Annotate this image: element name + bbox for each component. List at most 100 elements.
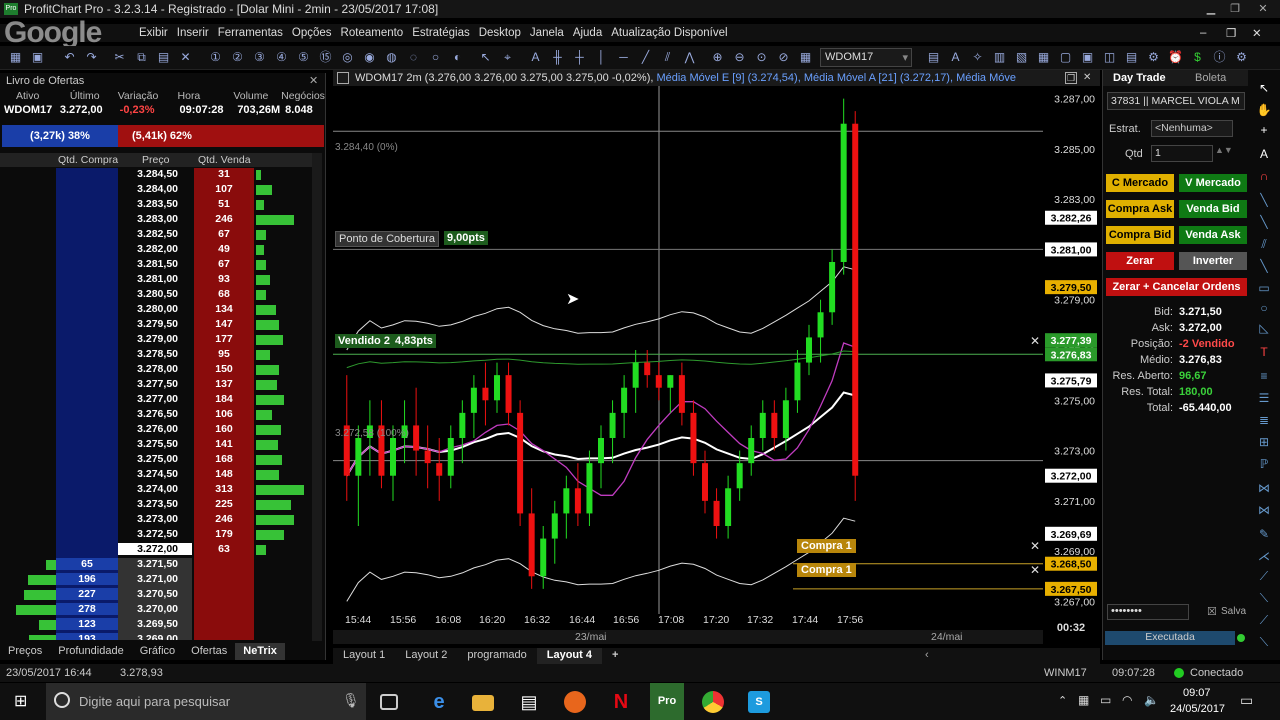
menu-inserir[interactable]: Inserir [177, 27, 209, 39]
copy-icon[interactable]: ⧉ [134, 50, 149, 65]
qtd-stepper-icon[interactable]: ▲▼ [1215, 145, 1233, 155]
period-5-icon[interactable]: ⑤ [296, 50, 311, 65]
book-buy-row[interactable]: 3.269,00 193 [0, 633, 310, 640]
book-sell-row[interactable]: 3.273,00 246 [0, 513, 310, 528]
book-sell-row[interactable]: 3.284,50 31 [0, 168, 310, 183]
period-w-icon[interactable]: ◌ [406, 50, 421, 65]
chart-close-icon[interactable]: ✕ [1083, 72, 1095, 84]
fib-time-icon[interactable]: ⊞ [1256, 434, 1272, 450]
book-sell-row[interactable]: 3.278,50 95 [0, 348, 310, 363]
period-2-icon[interactable]: ② [230, 50, 245, 65]
chrome-icon[interactable] [702, 691, 724, 713]
fib-ext-icon[interactable]: ☰ [1256, 390, 1272, 406]
delete-icon[interactable]: ✕ [178, 50, 193, 65]
inverter-button[interactable]: Inverter [1179, 252, 1247, 270]
measure-icon[interactable]: ⟋ [1256, 612, 1272, 628]
zoom-out-icon[interactable]: ⊖ [732, 50, 747, 65]
mdi-restore-icon[interactable]: ❐ [1226, 26, 1236, 40]
book-sell-row[interactable]: 3.274,00 313 [0, 483, 310, 498]
zerar-cancelar-button[interactable]: Zerar + Cancelar Ordens [1106, 278, 1247, 296]
trendline-icon[interactable]: ╱ [638, 50, 653, 65]
period-4-icon[interactable]: ④ [274, 50, 289, 65]
add-layout-icon[interactable]: + [602, 648, 628, 664]
layers-icon[interactable]: ▧ [1014, 50, 1029, 65]
book-sell-row[interactable]: 3.281,50 67 [0, 258, 310, 273]
book-sell-row[interactable]: 3.272,00 63 [0, 543, 310, 558]
mdi-minimize-icon[interactable]: – [1200, 27, 1206, 39]
executada-tab[interactable]: Executada [1105, 631, 1235, 645]
profitchart-task-icon[interactable]: Pro [650, 683, 684, 720]
zoom-reset-icon[interactable]: ⊘ [776, 50, 791, 65]
close-icon[interactable]: ✕ [1252, 0, 1274, 18]
book-sell-row[interactable]: 3.279,00 177 [0, 333, 310, 348]
chart-restore-icon[interactable]: ❐ [1065, 72, 1077, 84]
clock-time[interactable]: 09:07 [1183, 687, 1211, 699]
ticker-row[interactable]: WDOM17 3.272,00 -0,23% 09:07:28 703,26M … [0, 103, 325, 117]
fib-fan-icon[interactable]: ≣ [1256, 412, 1272, 428]
ray-icon[interactable]: ╲ [1256, 214, 1272, 230]
period-1-icon[interactable]: ① [208, 50, 223, 65]
tab-profundidade[interactable]: Profundidade [50, 643, 131, 660]
cut-icon[interactable]: ✂ [112, 50, 127, 65]
salvar-checkbox-icon[interactable]: ☒ [1207, 605, 1217, 618]
gann-icon[interactable]: ⋈ [1256, 502, 1272, 518]
parallel-icon[interactable]: ⫽ [1256, 236, 1272, 252]
split-icon[interactable]: ◫ [1102, 50, 1117, 65]
book-sell-row[interactable]: 3.274,50 148 [0, 468, 310, 483]
book-buy-row[interactable]: 3.270,00 278 [0, 603, 310, 618]
venda-bid-button[interactable]: Venda Bid [1179, 200, 1247, 218]
period-60-icon[interactable]: ◉ [362, 50, 377, 65]
skype-icon[interactable]: S [748, 691, 770, 713]
venda-ask-button[interactable]: Venda Ask [1179, 226, 1247, 244]
tray-network-icon[interactable]: ▦ [1078, 693, 1089, 707]
font-icon[interactable]: A [948, 50, 963, 65]
zigzag-icon[interactable]: ⋀ [682, 50, 697, 65]
window-icon[interactable]: ▢ [1058, 50, 1073, 65]
regression-icon[interactable]: ⟋ [1256, 568, 1272, 584]
menu-janela[interactable]: Janela [530, 27, 564, 39]
book-sell-row[interactable]: 3.275,00 168 [0, 453, 310, 468]
period-3-icon[interactable]: ③ [252, 50, 267, 65]
chart-icon[interactable]: ▦ [8, 50, 23, 65]
book-sell-row[interactable]: 3.280,50 68 [0, 288, 310, 303]
book-sell-row[interactable]: 3.275,50 141 [0, 438, 310, 453]
hand-icon[interactable]: ✋ [1256, 102, 1272, 118]
fork-icon[interactable]: ⋌ [1256, 548, 1272, 564]
price-tag-icon[interactable]: ℙ [1256, 456, 1272, 472]
tab-layout-4[interactable]: Layout 4 [536, 648, 602, 664]
table-icon[interactable]: ▦ [1036, 50, 1051, 65]
book-sell-row[interactable]: 3.283,00 246 [0, 213, 310, 228]
save-icon[interactable]: ▣ [30, 50, 45, 65]
text-annot-icon[interactable]: T [1256, 344, 1272, 360]
menu-ajuda[interactable]: Ajuda [573, 27, 602, 39]
book-sell-row[interactable]: 3.281,00 93 [0, 273, 310, 288]
pencil-icon[interactable]: ✎ [1256, 526, 1272, 542]
vendido-label[interactable]: Vendido 2 [335, 334, 393, 348]
store-icon[interactable]: ▤ [518, 691, 540, 713]
firefox-icon[interactable] [564, 691, 586, 713]
tab-layout-1[interactable]: Layout 1 [333, 648, 395, 664]
menu-ferramentas[interactable]: Ferramentas [218, 27, 283, 39]
candle-tool-icon[interactable]: ╫ [550, 50, 565, 65]
tray-volume-icon[interactable]: 🔈 [1144, 693, 1159, 707]
maximize-icon[interactable]: ❐ [1224, 0, 1246, 18]
delete-drawings-icon[interactable]: ⟍ [1256, 634, 1272, 650]
symbol-select[interactable]: WDOM17 ▾ [820, 48, 912, 67]
triangle-icon[interactable]: ◺ [1256, 320, 1272, 336]
paste-icon[interactable]: ▤ [156, 50, 171, 65]
vline-icon[interactable]: │ [594, 50, 609, 65]
close-position-icon[interactable]: ✕ [1030, 334, 1040, 348]
compra-ask-button[interactable]: Compra Ask [1106, 200, 1174, 218]
tab-precos[interactable]: Preços [0, 643, 50, 660]
cobertura-label[interactable]: Ponto de Cobertura [335, 231, 440, 247]
period-m-icon[interactable]: ○ [428, 50, 443, 65]
menu-atualizacao[interactable]: Atualização Disponível [611, 27, 727, 39]
file-explorer-icon[interactable] [472, 695, 494, 711]
alarm-icon[interactable]: ⏰ [1168, 50, 1183, 65]
book-buy-row[interactable]: 3.270,50 227 [0, 588, 310, 603]
tab-boleta[interactable]: Boleta [1195, 72, 1226, 84]
tray-battery-icon[interactable]: ▭ [1100, 693, 1111, 707]
line-icon[interactable]: ╲ [1256, 192, 1272, 208]
book-scrollbar[interactable] [312, 153, 322, 641]
settings-icon[interactable]: ⚙ [1234, 50, 1249, 65]
